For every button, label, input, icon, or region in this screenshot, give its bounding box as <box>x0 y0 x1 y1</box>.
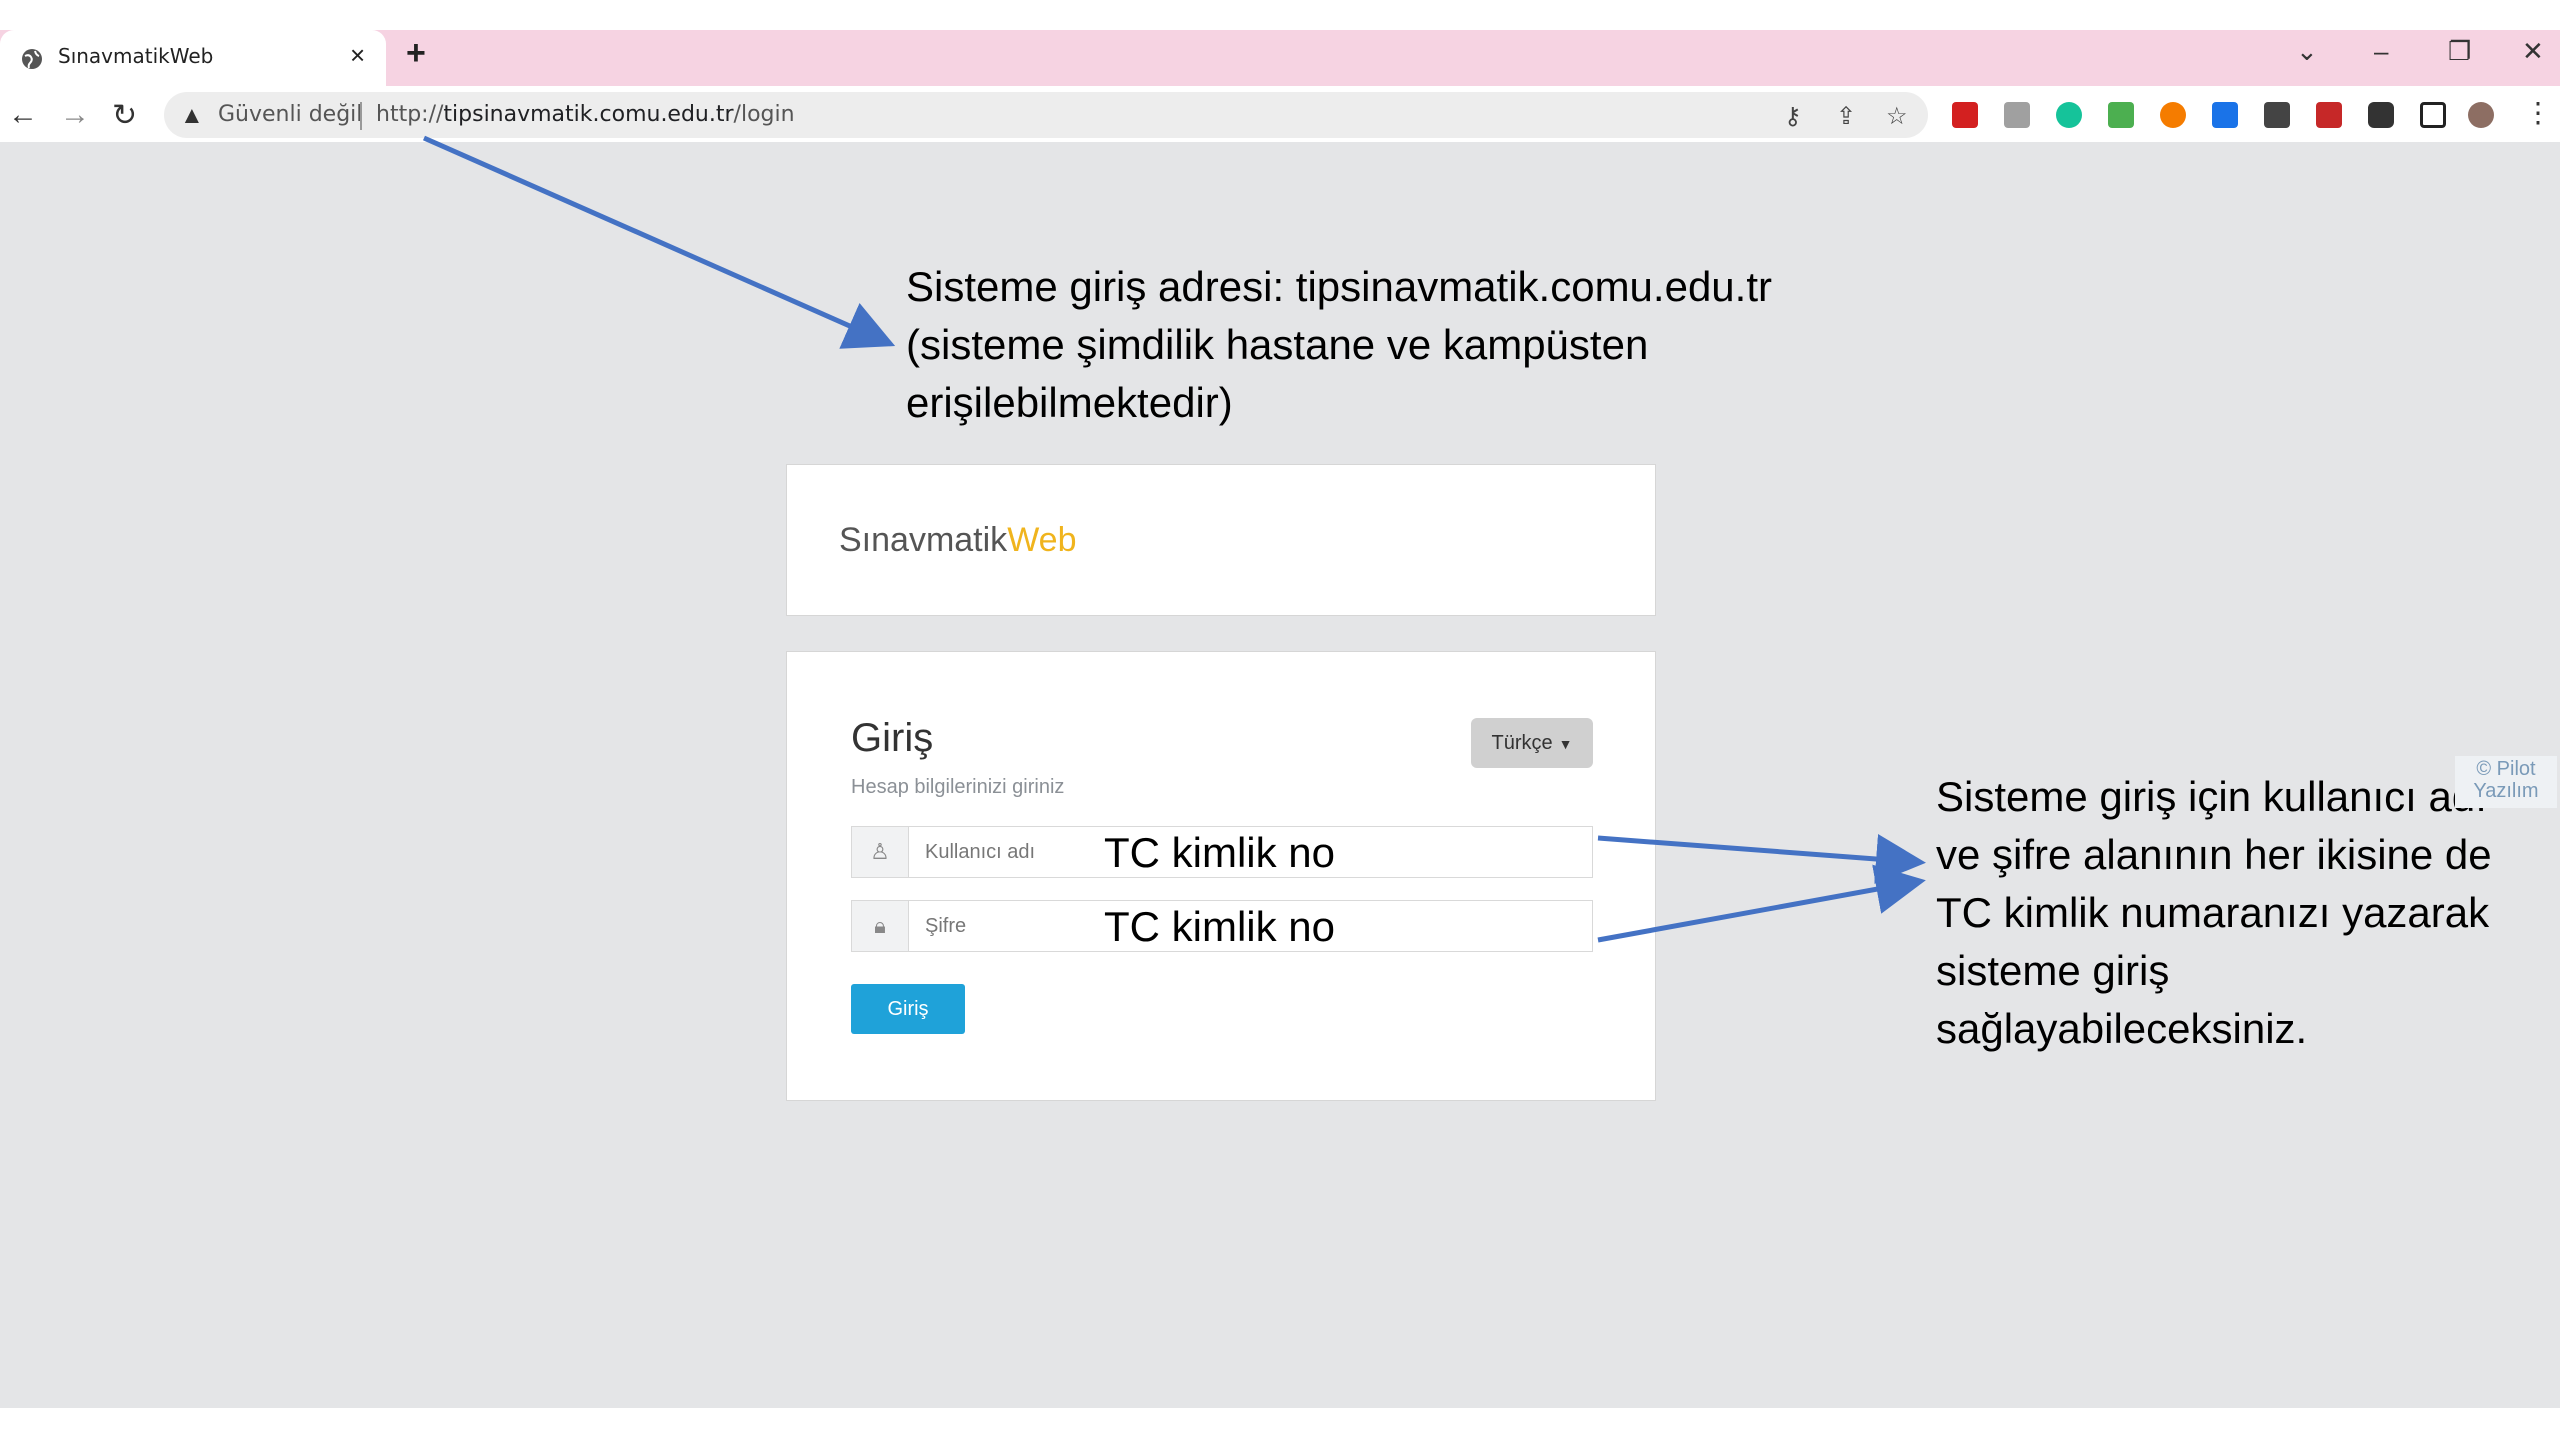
top-margin <box>0 0 2560 30</box>
restore-icon[interactable]: ❐ <box>2448 36 2471 67</box>
grammarly-icon[interactable] <box>2056 102 2082 128</box>
tab-title: SınavmatikWeb <box>58 44 214 68</box>
share-icon[interactable]: ⇪ <box>1836 102 1856 131</box>
brand-logo: SınavmatikWeb <box>839 521 1076 560</box>
login-submit-button[interactable]: Giriş <box>851 984 965 1034</box>
tab-search-icon[interactable]: ⌄ <box>2296 36 2318 67</box>
user-icon: ♙ <box>852 827 909 877</box>
browser-menu-icon[interactable]: ⋮ <box>2524 96 2552 129</box>
key-icon[interactable]: ⚷ <box>1784 102 1802 131</box>
login-card: Giriş Hesap bilgilerinizi giriniz Türkçe… <box>786 651 1656 1101</box>
username-input[interactable] <box>909 827 1097 877</box>
brand-accent: Web <box>1007 521 1077 559</box>
url-prefix: http:// <box>376 102 444 127</box>
language-label: Türkçe <box>1491 731 1553 754</box>
password-input[interactable] <box>909 901 1097 951</box>
username-note: TC kimlik no <box>1104 829 1336 876</box>
tab-close-icon[interactable]: × <box>350 40 365 71</box>
extension-red-icon[interactable] <box>1952 102 1978 128</box>
bookmark-star-icon[interactable]: ☆ <box>1886 102 1908 131</box>
extension-cast-icon[interactable] <box>2004 102 2030 128</box>
extension-scholar-icon[interactable] <box>2212 102 2238 128</box>
globe-icon <box>22 49 42 69</box>
login-subtitle: Hesap bilgilerinizi giriniz <box>851 776 1065 798</box>
forward-icon[interactable]: → <box>60 98 90 132</box>
brand-card: SınavmatikWeb <box>786 464 1656 616</box>
username-field: ♙ TC kimlik no <box>851 826 1593 878</box>
security-label[interactable]: Güvenli değil <box>218 102 362 127</box>
extension-orange-icon[interactable] <box>2160 102 2186 128</box>
password-field: 🔒︎ TC kimlik no <box>851 900 1593 952</box>
credentials-annotation: Sisteme giriş için kullanıcı adı ve şifr… <box>1936 773 2492 1052</box>
warning-icon: ▲ <box>180 102 204 129</box>
address-annotation: Sisteme giriş adresi: tipsinavmatik.comu… <box>906 263 1772 426</box>
pilot-watermark: © Pilot Yazılım <box>2455 756 2557 808</box>
reload-icon[interactable]: ↻ <box>112 98 137 133</box>
brand-main: Sınavmatik <box>839 521 1008 559</box>
url-text[interactable]: http://tipsinavmatik.comu.edu.tr/login <box>376 102 795 127</box>
address-bar[interactable]: ▲ Güvenli değil http://tipsinavmatik.com… <box>164 92 1928 138</box>
extension-green-icon[interactable] <box>2108 102 2134 128</box>
language-dropdown[interactable]: Türkçe ▼ <box>1471 718 1593 768</box>
url-path: /login <box>733 102 795 127</box>
browser-tab[interactable]: SınavmatikWeb × <box>0 30 386 86</box>
caret-down-icon: ▼ <box>1558 735 1573 752</box>
extension-dark-icon[interactable] <box>2264 102 2290 128</box>
profile-avatar[interactable] <box>2468 102 2494 128</box>
minimize-icon[interactable]: – <box>2374 36 2388 67</box>
extensions-puzzle-icon[interactable] <box>2368 102 2394 128</box>
login-title: Giriş <box>851 716 934 760</box>
back-icon[interactable]: ← <box>8 98 38 132</box>
new-tab-button[interactable]: + <box>406 34 426 73</box>
password-note: TC kimlik no <box>1104 903 1336 950</box>
lock-icon: 🔒︎ <box>852 901 909 951</box>
side-panel-icon[interactable] <box>2420 102 2446 128</box>
url-host: tipsinavmatik.comu.edu.tr <box>443 102 734 127</box>
omnibox-separator <box>360 102 362 130</box>
close-window-icon[interactable]: ✕ <box>2522 36 2544 67</box>
acrobat-icon[interactable] <box>2316 102 2342 128</box>
